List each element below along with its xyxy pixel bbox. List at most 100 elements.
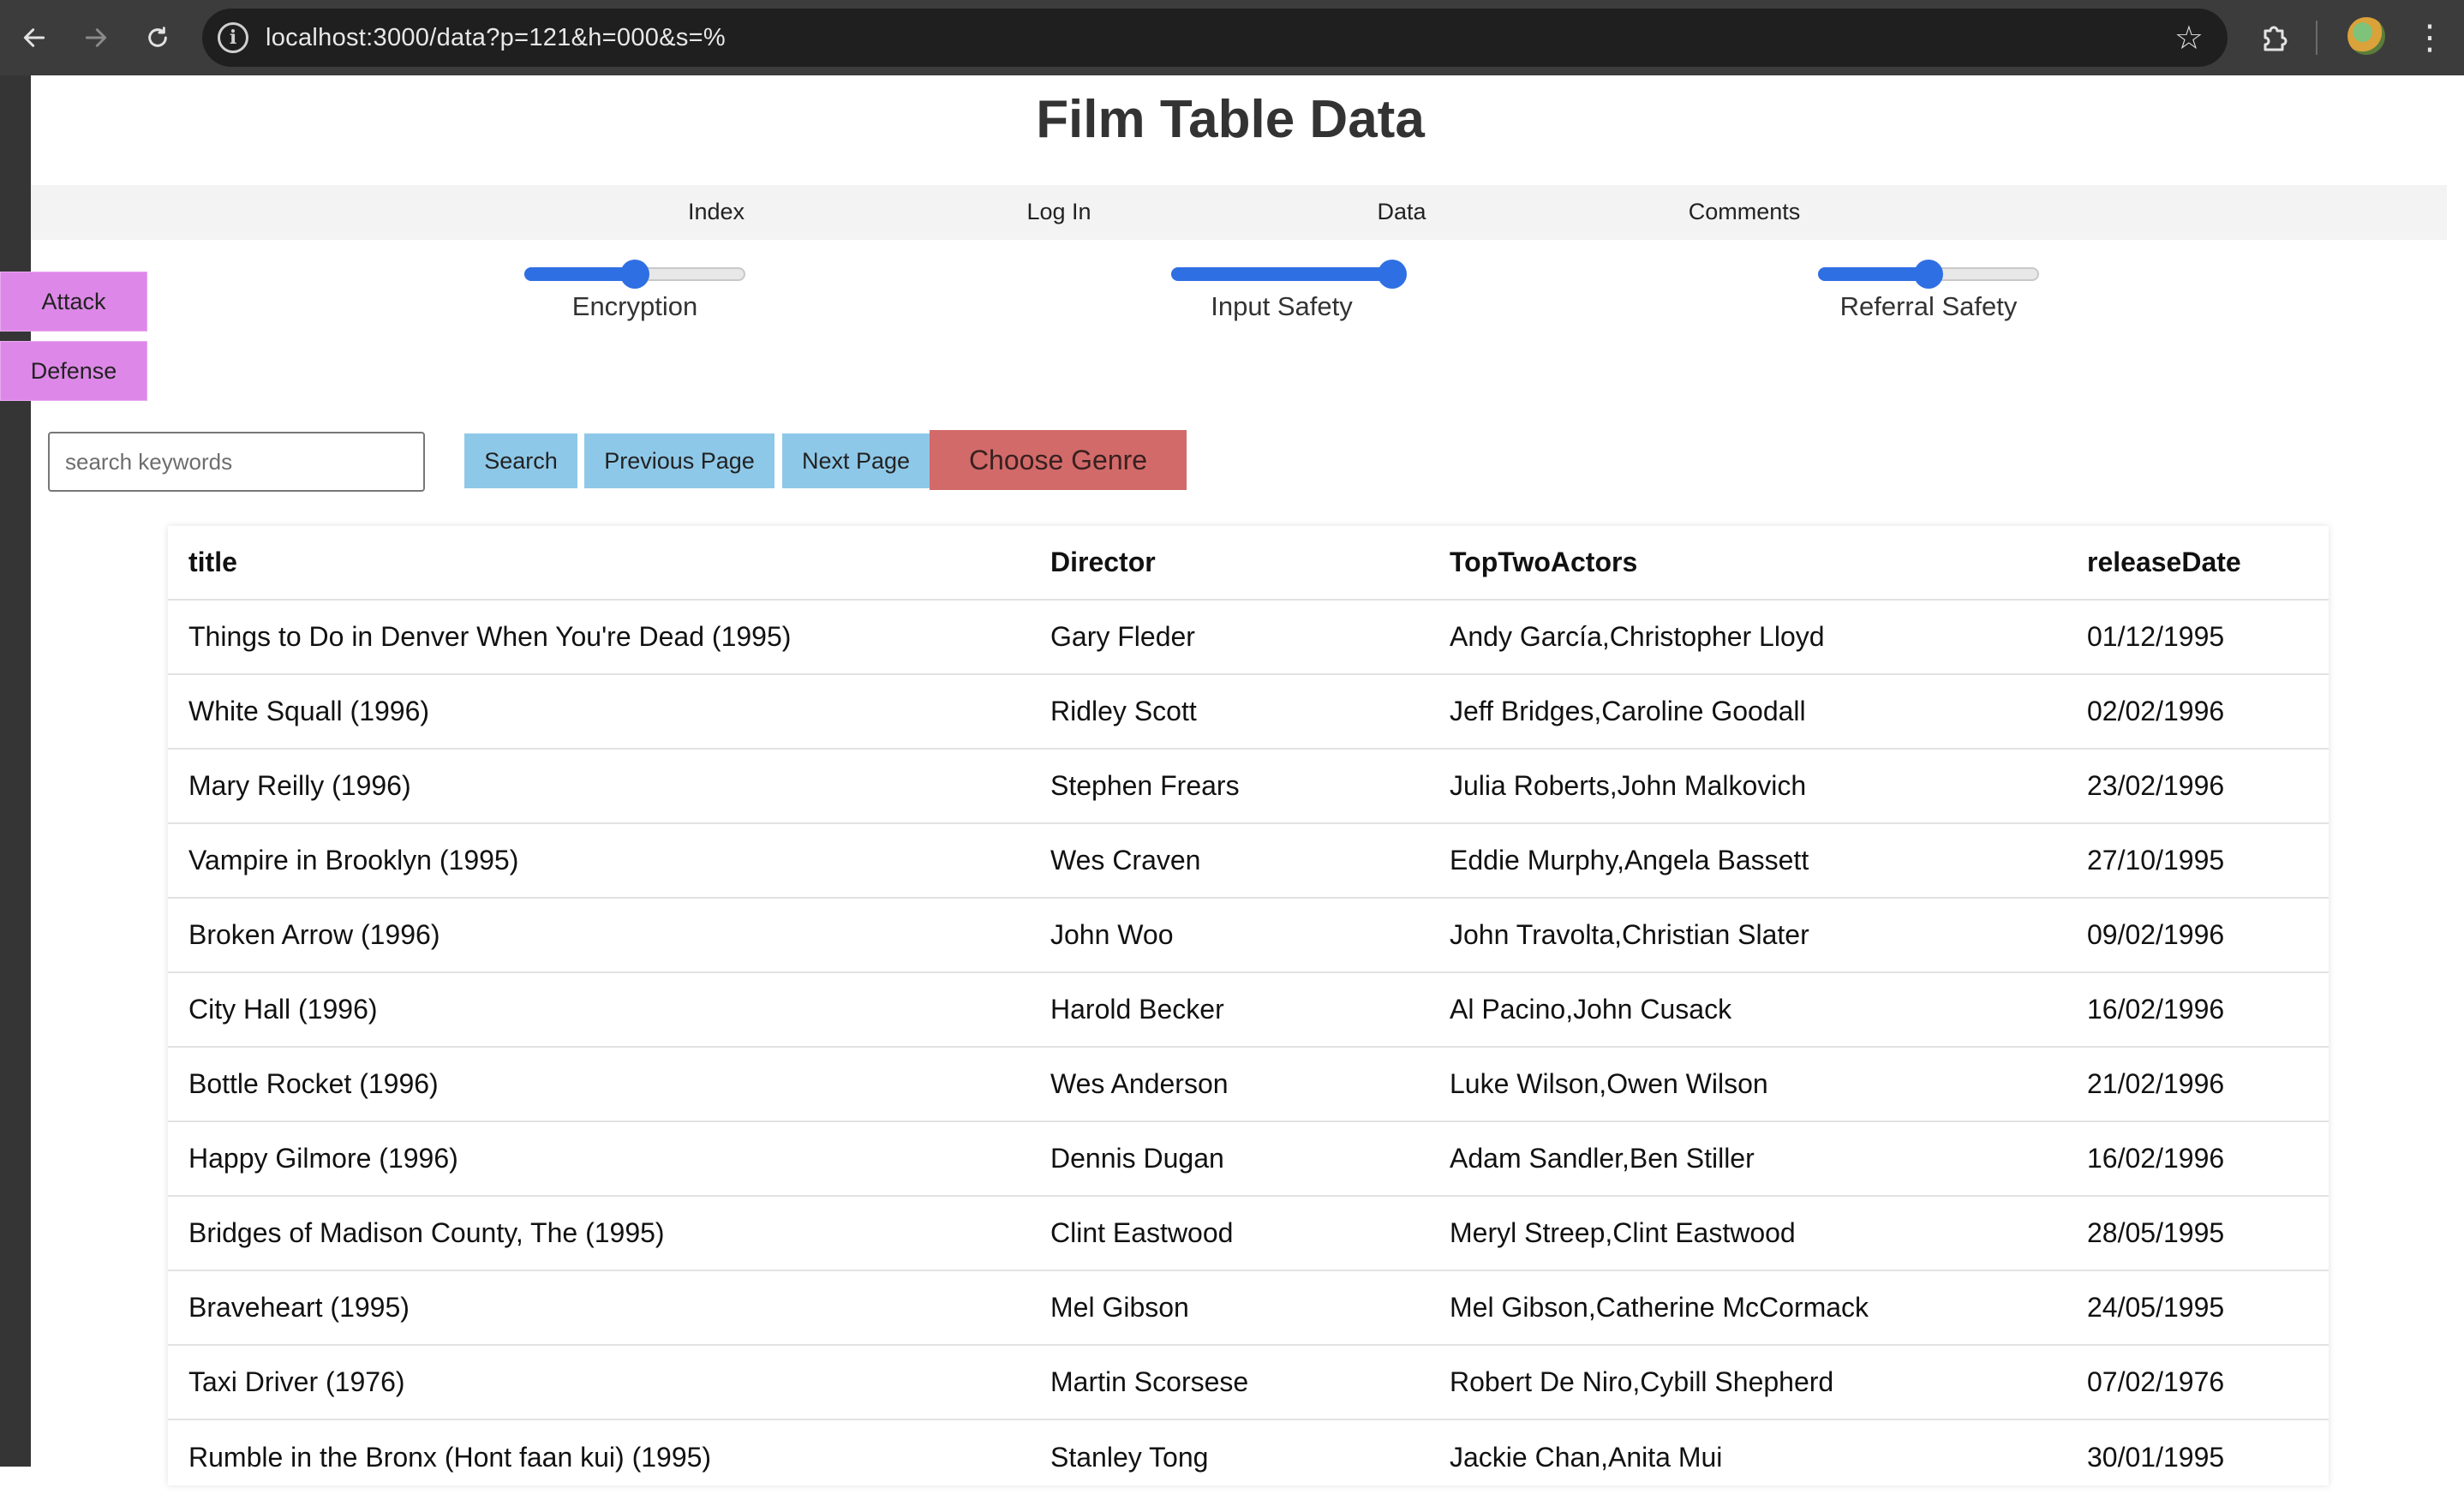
column-header-director: Director	[1050, 547, 1156, 577]
cell-director: Harold Becker	[1030, 971, 1429, 1047]
defense-button[interactable]: Defense	[0, 341, 147, 401]
cell-director: Mel Gibson	[1030, 1270, 1429, 1345]
encryption-slider-group: Encryption	[523, 260, 746, 322]
table-row: City Hall (1996) Harold Becker Al Pacino,J…	[168, 971, 2329, 1047]
cell-release-date: 09/02/1996	[2066, 897, 2329, 972]
cell-director: Martin Scorsese	[1030, 1344, 1429, 1419]
cell-director: Gary Fleder	[1030, 599, 1429, 674]
choose-genre-button[interactable]: Choose Genre	[930, 430, 1187, 490]
profile-avatar[interactable]	[2347, 17, 2385, 55]
table-row: Mary Reilly (1996) Stephen Frears Julia Ro…	[168, 748, 2329, 823]
top-navbar: Index Log In Data Comments	[31, 185, 2447, 240]
table-row: Bridges of Madison County, The (1995) Cli…	[168, 1195, 2329, 1270]
cell-title: City Hall (1996)	[168, 971, 1030, 1047]
cell-title: Vampire in Brooklyn (1995)	[168, 822, 1030, 898]
back-arrow-icon[interactable]	[10, 14, 58, 62]
cell-director: John Woo	[1030, 897, 1429, 972]
cell-release-date: 27/10/1995	[2066, 822, 2329, 898]
cell-title: Broken Arrow (1996)	[168, 897, 1030, 972]
nav-link-index[interactable]: Index	[688, 199, 745, 225]
address-bar[interactable]: i localhost:3000/data?p=121&h=000&s=% ☆	[202, 9, 2228, 67]
cell-release-date: 21/02/1996	[2066, 1046, 2329, 1121]
cell-actors: Andy García,Christopher Lloyd	[1429, 599, 2066, 674]
table-row: Rumble in the Bronx (Hont faan kui) (199…	[168, 1419, 2329, 1494]
film-table: title Director TopTwoActors releaseDate …	[168, 526, 2329, 1494]
cell-director: Stanley Tong	[1030, 1419, 1429, 1494]
cell-director: Clint Eastwood	[1030, 1195, 1429, 1270]
film-table-container: title Director TopTwoActors releaseDate …	[168, 526, 2329, 1494]
slider-thumb[interactable]	[1914, 260, 1943, 289]
encryption-slider[interactable]	[524, 260, 745, 289]
nav-link-comments[interactable]: Comments	[1689, 199, 1801, 225]
browser-toolbar: i localhost:3000/data?p=121&h=000&s=% ☆ …	[0, 0, 2464, 75]
referral-safety-slider-group: Referral Safety	[1817, 260, 2040, 322]
cell-release-date: 23/02/1996	[2066, 748, 2329, 823]
cell-director: Stephen Frears	[1030, 748, 1429, 823]
column-header-actors: TopTwoActors	[1450, 547, 1638, 577]
cell-title: Rumble in the Bronx (Hont faan kui) (199…	[168, 1419, 1030, 1494]
cell-title: Mary Reilly (1996)	[168, 748, 1030, 823]
site-info-icon[interactable]: i	[218, 22, 248, 53]
table-row: Bottle Rocket (1996) Wes Anderson Luke Wil…	[168, 1046, 2329, 1121]
cell-actors: Jackie Chan,Anita Mui	[1429, 1419, 2066, 1494]
page-content: Attack Defense Film Table Data Index Log…	[0, 75, 2464, 1494]
referral-safety-label: Referral Safety	[1839, 291, 2018, 321]
slider-thumb[interactable]	[620, 260, 649, 289]
cell-title: Things to Do in Denver When You're Dead …	[168, 599, 1030, 674]
cell-release-date: 02/02/1996	[2066, 673, 2329, 749]
cell-actors: Adam Sandler,Ben Stiller	[1429, 1120, 2066, 1196]
search-input[interactable]	[48, 432, 425, 492]
input-safety-label: Input Safety	[1211, 291, 1353, 321]
slider-fill	[524, 267, 635, 281]
table-row: Broken Arrow (1996) John Woo John Travolta…	[168, 897, 2329, 972]
page-title: Film Table Data	[1036, 90, 1425, 149]
cell-actors: Mel Gibson,Catherine McCormack	[1429, 1270, 2066, 1345]
cell-director: Dennis Dugan	[1030, 1120, 1429, 1196]
search-button[interactable]: Search	[464, 433, 577, 488]
input-safety-slider[interactable]	[1171, 260, 1407, 289]
previous-page-button[interactable]: Previous Page	[584, 433, 774, 488]
cell-title: White Squall (1996)	[168, 673, 1030, 749]
cell-director: Wes Anderson	[1030, 1046, 1429, 1121]
cell-title: Bottle Rocket (1996)	[168, 1046, 1030, 1121]
table-row: Taxi Driver (1976) Martin Scorsese Robert …	[168, 1344, 2329, 1419]
cell-release-date: 07/02/1976	[2066, 1344, 2329, 1419]
nav-link-data[interactable]: Data	[1377, 199, 1426, 225]
next-page-button[interactable]: Next Page	[782, 433, 930, 488]
table-row: Vampire in Brooklyn (1995) Wes Craven Eddi…	[168, 822, 2329, 898]
table-row: Braveheart (1995) Mel Gibson Mel Gibson,Ca…	[168, 1270, 2329, 1345]
cell-actors: Julia Roberts,John Malkovich	[1429, 748, 2066, 823]
table-row: White Squall (1996) Ridley Scott Jeff Brid…	[168, 673, 2329, 749]
nav-link-login[interactable]: Log In	[1026, 199, 1091, 225]
address-url[interactable]: localhost:3000/data?p=121&h=000&s=%	[266, 24, 726, 52]
bookmark-star-icon[interactable]: ☆	[2174, 19, 2204, 57]
column-header-release-date: releaseDate	[2087, 547, 2241, 577]
cell-actors: Meryl Streep,Clint Eastwood	[1429, 1195, 2066, 1270]
encryption-label: Encryption	[571, 291, 698, 321]
cell-director: Wes Craven	[1030, 822, 1429, 898]
cell-release-date: 16/02/1996	[2066, 971, 2329, 1047]
cell-release-date: 01/12/1995	[2066, 599, 2329, 674]
cell-title: Braveheart (1995)	[168, 1270, 1030, 1345]
table-header-row: title Director TopTwoActors releaseDate	[168, 526, 2329, 600]
cell-director: Ridley Scott	[1030, 673, 1429, 749]
cell-release-date: 30/01/1995	[2066, 1419, 2329, 1494]
cell-title: Bridges of Madison County, The (1995)	[168, 1195, 1030, 1270]
cell-actors: Eddie Murphy,Angela Bassett	[1429, 822, 2066, 898]
slider-fill	[1171, 267, 1392, 281]
attack-button[interactable]: Attack	[0, 272, 147, 332]
forward-arrow-icon[interactable]	[72, 14, 120, 62]
column-header-title: title	[188, 547, 237, 577]
table-row: Happy Gilmore (1996) Dennis Dugan Adam San…	[168, 1120, 2329, 1196]
referral-safety-slider[interactable]	[1818, 260, 2039, 289]
cell-actors: John Travolta,Christian Slater	[1429, 897, 2066, 972]
slider-fill	[1818, 267, 1929, 281]
input-safety-slider-group: Input Safety	[1170, 260, 1407, 322]
cell-actors: Robert De Niro,Cybill Shepherd	[1429, 1344, 2066, 1419]
extensions-puzzle-icon[interactable]	[2250, 14, 2298, 62]
slider-thumb[interactable]	[1378, 260, 1407, 289]
cell-actors: Luke Wilson,Owen Wilson	[1429, 1046, 2066, 1121]
browser-menu-icon[interactable]: ⋮	[2413, 14, 2447, 62]
cell-actors: Al Pacino,John Cusack	[1429, 971, 2066, 1047]
reload-icon[interactable]	[134, 14, 182, 62]
